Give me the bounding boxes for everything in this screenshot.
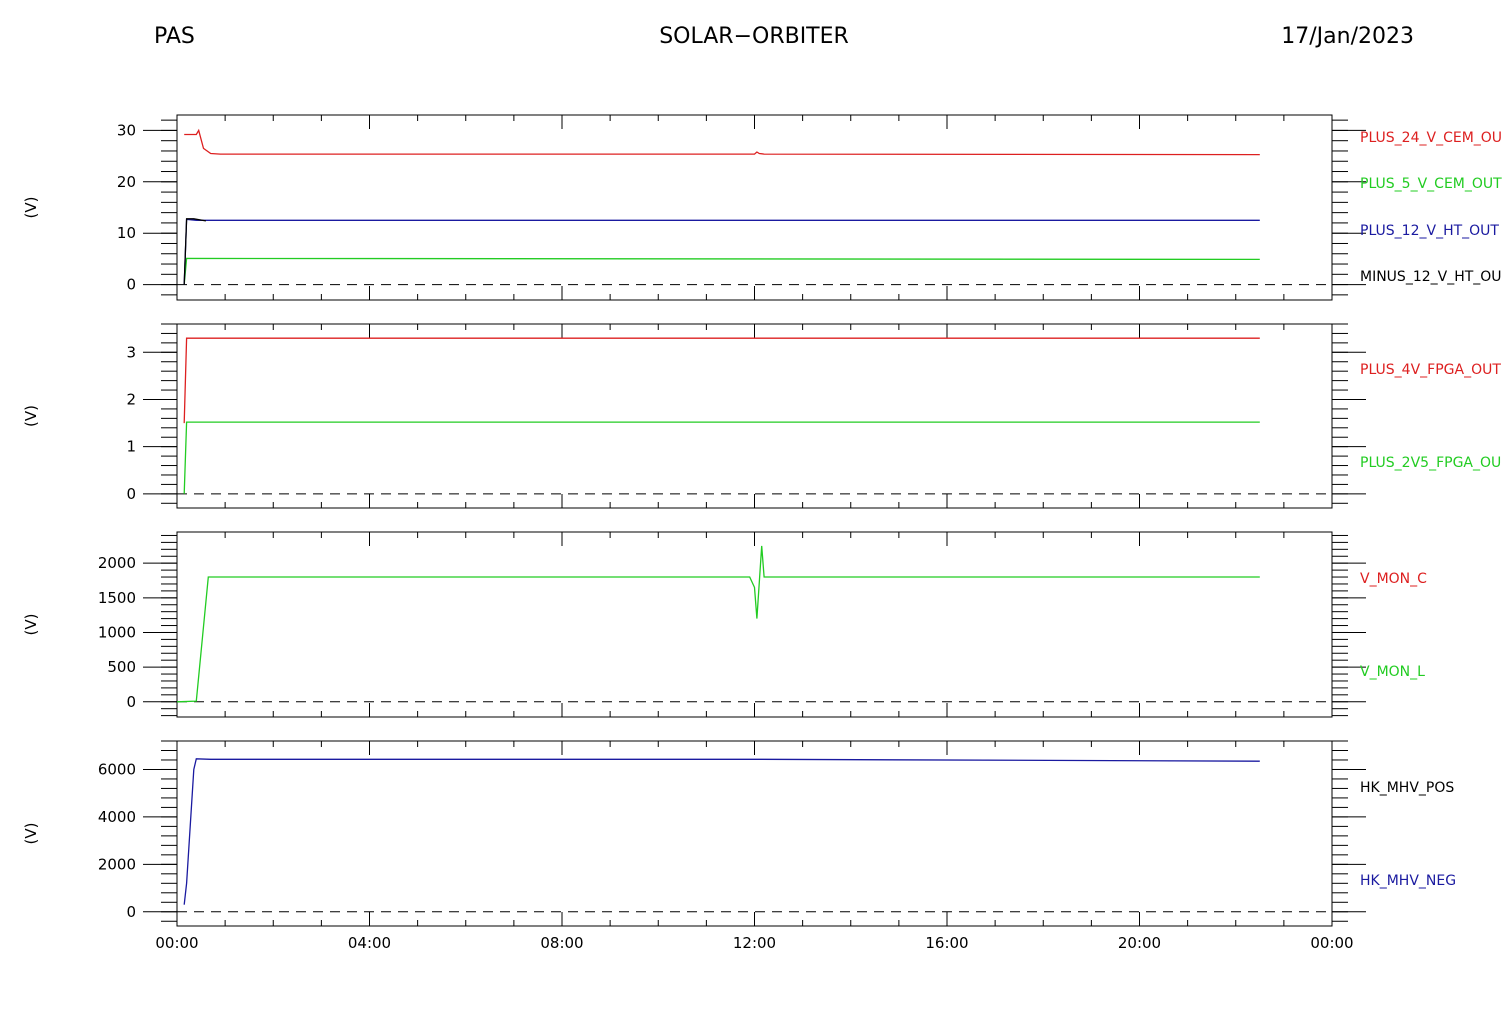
panel-frame [176, 323, 1333, 509]
y-tick-label: 20 [117, 173, 136, 191]
y-tick-label: 30 [117, 121, 136, 139]
series-line-plus_24_v_cem_ou [184, 128, 1260, 156]
x-tick-label: 16:00 [925, 934, 968, 952]
x-tick-label: 00:00 [1310, 934, 1353, 952]
y-tick-label: 500 [107, 658, 136, 676]
panel-1: 0 10 20 30 (V) PLUS_24_V_CEM_OU PLUS_5_V_CEM_O… [22, 114, 1502, 301]
y-tick-label: 1 [126, 438, 136, 456]
x-tick-label: 08:00 [540, 934, 583, 952]
x-tick-label: 04:00 [348, 934, 391, 952]
legend-entry: PLUS_2V5_FPGA_OU [1360, 455, 1501, 471]
panel-3: 0 500 1000 1500 2000 (V) V_MON_C V_MON_L [22, 531, 1427, 718]
series-line-plus_5_v_cem_out [183, 257, 1260, 285]
legend-entry: PLUS_12_V_HT_OUT [1360, 223, 1499, 239]
panel-frame [176, 531, 1333, 718]
panel-2: 0 1 2 3 (V) PLUS_4V_FPGA_OUT PLUS_2V5_FPGA_OU [22, 323, 1501, 509]
series-line-minus_12_v_ht_ou [183, 218, 207, 285]
x-tick-label: 12:00 [733, 934, 776, 952]
y-tick-label: 0 [126, 693, 136, 711]
legend-entry: V_MON_L [1360, 664, 1425, 680]
legend-entry: V_MON_C [1360, 571, 1427, 587]
y-tick-label: 4000 [98, 808, 136, 826]
y-axis-label: (V) [22, 197, 40, 219]
y-tick-label: 2000 [98, 855, 136, 873]
y-tick-label: 2 [126, 390, 136, 408]
legend-entry: PLUS_24_V_CEM_OU [1360, 130, 1502, 146]
legend-entry: MINUS_12_V_HT_OU [1360, 269, 1502, 285]
legend-entry: HK_MHV_POS [1360, 780, 1454, 796]
y-tick-label: 1500 [98, 589, 136, 607]
y-tick-label: 10 [117, 224, 136, 242]
y-axis-label: (V) [22, 405, 40, 427]
y-tick-label: 3 [126, 343, 136, 361]
series-line-v_mon_l [176, 545, 1260, 703]
y-tick-label: 0 [126, 485, 136, 503]
panel-4: 0 2000 4000 6000 (V) HK_MHV_POS HK_MHV_NEG 00:0… [22, 740, 1456, 952]
y-tick-label: 0 [126, 903, 136, 921]
multi-panel-plot: 0102030(V)PLUS_24_V_CEM_OUPLUS_5_V_CEM_O… [22, 114, 1502, 952]
y-tick-label: 1000 [98, 623, 136, 641]
panel-frame [176, 740, 1333, 927]
x-tick-label: 00:00 [155, 934, 198, 952]
y-tick-label: 0 [126, 276, 136, 294]
y-axis-label: (V) [22, 614, 40, 636]
series-line-hk_mhv_neg [183, 758, 1260, 905]
series-line-plus_2v5_fpga_ou [183, 421, 1260, 494]
legend-entry: HK_MHV_NEG [1360, 873, 1456, 889]
y-tick-label: 2000 [98, 554, 136, 572]
series-line-plus_4v_fpga_out [183, 337, 1260, 424]
series-line-plus_12_v_ht_out [183, 218, 1260, 285]
y-axis-label: (V) [22, 823, 40, 845]
y-tick-label: 6000 [98, 760, 136, 778]
x-tick-label: 20:00 [1118, 934, 1161, 952]
panel-frame [176, 114, 1333, 301]
legend-entry: PLUS_4V_FPGA_OUT [1360, 362, 1501, 378]
legend-entry: PLUS_5_V_CEM_OUT [1360, 176, 1502, 192]
